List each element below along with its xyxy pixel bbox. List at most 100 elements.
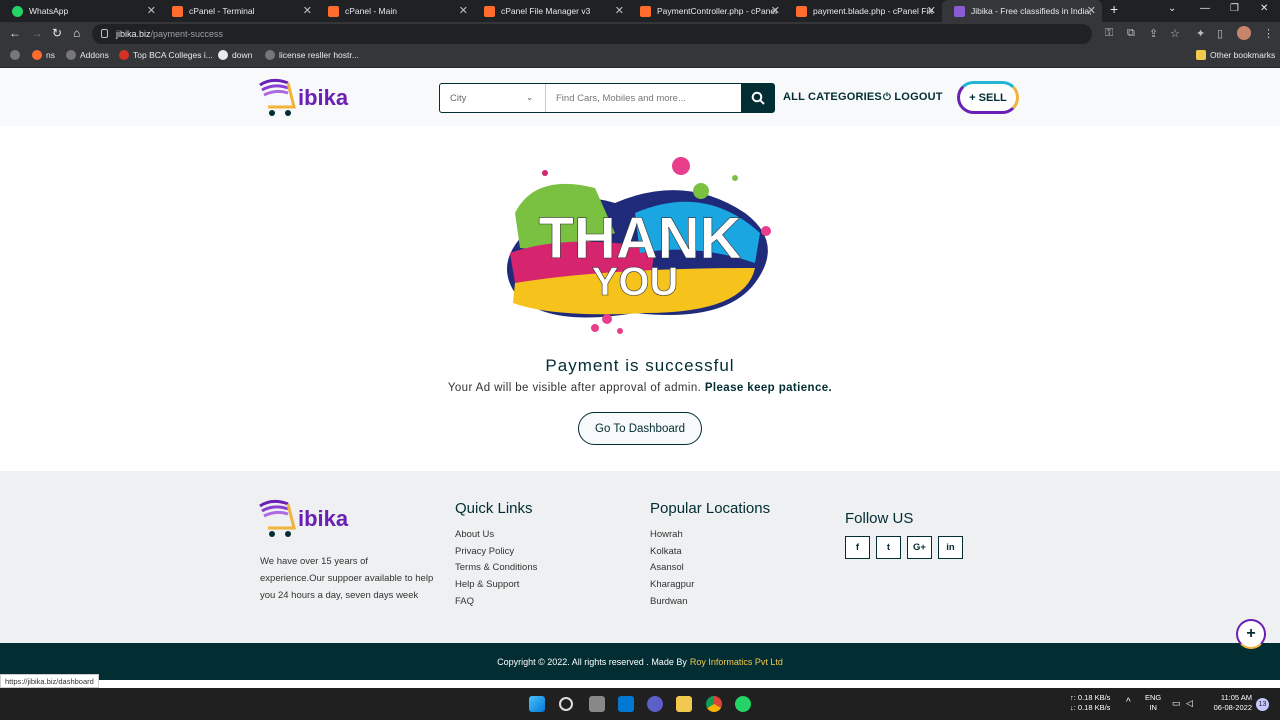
- bookmark-license[interactable]: license resller hostr...: [265, 50, 359, 60]
- footer-link-help[interactable]: Help & Support: [455, 579, 519, 590]
- teams-chat-icon[interactable]: [647, 696, 663, 712]
- location-link[interactable]: Burdwan: [650, 596, 688, 607]
- extensions-icon[interactable]: ✦: [1196, 27, 1205, 40]
- clock[interactable]: 11:05 AM 06-08-2022: [1208, 693, 1252, 713]
- search-icon: [751, 91, 765, 105]
- logout-link[interactable]: ⏻ LOGOUT: [883, 91, 943, 103]
- follow-us-title: Follow US: [845, 510, 914, 527]
- tab-cpanel-file-manager[interactable]: cPanel File Manager v3 ✕: [472, 0, 630, 22]
- address-bar[interactable]: jibika.biz/payment-success: [92, 24, 1092, 44]
- side-panel-icon[interactable]: ▯: [1217, 27, 1223, 40]
- search-bar: City ⌄ Find Cars, Mobiles and more...: [439, 83, 775, 113]
- whatsapp-icon[interactable]: [735, 696, 751, 712]
- search-input[interactable]: Find Cars, Mobiles and more...: [546, 84, 741, 112]
- tab-whatsapp[interactable]: WhatsApp ✕: [0, 0, 162, 22]
- language-indicator[interactable]: ENG IN: [1145, 693, 1161, 713]
- close-tab-icon[interactable]: ✕: [927, 4, 936, 17]
- thank-you-graphic: THANK YOU: [507, 157, 771, 334]
- location-link[interactable]: Asansol: [650, 562, 684, 573]
- bookmark-addons[interactable]: Addons: [66, 50, 109, 60]
- status-bar-url: https://jibika.biz/dashboard: [0, 674, 99, 688]
- bookmark-ns[interactable]: ns: [32, 50, 55, 60]
- folder-icon: [1196, 50, 1206, 60]
- jibika-icon: [954, 5, 965, 17]
- back-icon[interactable]: ←: [9, 26, 21, 40]
- forward-icon[interactable]: →: [31, 26, 43, 40]
- bookmark-down[interactable]: down: [218, 50, 252, 60]
- all-categories-link[interactable]: ALL CATEGORIES: [783, 91, 882, 103]
- volume-icon[interactable]: ◁: [1186, 698, 1193, 708]
- footer-link-privacy[interactable]: Privacy Policy: [455, 546, 514, 557]
- tab-cpanel-main[interactable]: cPanel - Main ✕: [316, 0, 474, 22]
- other-bookmarks[interactable]: Other bookmarks: [1196, 50, 1275, 60]
- you-text: YOU: [592, 260, 679, 304]
- tab-jibika[interactable]: Jibika - Free classifieds in India, ✕: [942, 0, 1102, 22]
- tab-search-icon[interactable]: ⌄: [1168, 3, 1176, 14]
- popular-locations-title: Popular Locations: [650, 500, 771, 517]
- restore-icon[interactable]: ❐: [1230, 3, 1239, 14]
- location-link[interactable]: Kolkata: [650, 546, 682, 557]
- translate-icon[interactable]: ⧉: [1127, 27, 1135, 40]
- apps-icon[interactable]: [10, 50, 20, 60]
- whatsapp-icon: [12, 5, 23, 17]
- close-window-icon[interactable]: ✕: [1260, 3, 1268, 14]
- approval-message: Your Ad will be visible after approval o…: [447, 382, 833, 394]
- widgets-icon[interactable]: [618, 696, 634, 712]
- new-tab-icon[interactable]: +: [1110, 1, 1118, 17]
- go-to-dashboard-button[interactable]: Go To Dashboard: [578, 412, 702, 445]
- facebook-icon[interactable]: f: [845, 536, 870, 559]
- tab-payment-blade[interactable]: payment.blade.php - cPanel File ✕: [784, 0, 942, 22]
- key-icon[interactable]: ⚿: [1105, 27, 1113, 40]
- windows-start-icon[interactable]: [529, 696, 545, 712]
- close-tab-icon[interactable]: ✕: [1087, 4, 1096, 17]
- chrome-icon[interactable]: [706, 696, 722, 712]
- company-link[interactable]: Roy Informatics Pvt Ltd: [690, 657, 783, 667]
- bookmark-bca[interactable]: Top BCA Colleges i...: [119, 50, 213, 60]
- location-link[interactable]: Kharagpur: [650, 579, 694, 590]
- footer-logo[interactable]: ibika: [258, 498, 348, 540]
- close-tab-icon[interactable]: ✕: [147, 4, 156, 17]
- cpanel-icon: [172, 5, 183, 17]
- sell-button[interactable]: + SELL: [957, 81, 1019, 114]
- globe-icon: [265, 50, 275, 60]
- search-icon[interactable]: [559, 697, 573, 711]
- wifi-icon[interactable]: ▭: [1172, 698, 1181, 708]
- bookmark-star-icon[interactable]: ☆: [1170, 27, 1180, 40]
- location-link[interactable]: Howrah: [650, 529, 683, 540]
- jibika-logo[interactable]: ibika: [258, 77, 348, 119]
- close-tab-icon[interactable]: ✕: [771, 4, 780, 17]
- windows-taskbar: ↑: 0.18 KB/s ↓: 0.18 KB/s ^ ENG IN ▭ ◁ 1…: [0, 688, 1280, 720]
- chevron-up-icon[interactable]: ^: [1126, 698, 1131, 708]
- globe-icon: [66, 50, 76, 60]
- linkedin-icon[interactable]: in: [938, 536, 963, 559]
- profile-avatar[interactable]: [1237, 26, 1251, 40]
- about-text: We have over 15 years of experience.Our …: [260, 556, 434, 601]
- site-icon: [119, 50, 129, 60]
- menu-icon[interactable]: ⋮: [1263, 27, 1274, 40]
- close-tab-icon[interactable]: ✕: [303, 4, 312, 17]
- footer-link-faq[interactable]: FAQ: [455, 596, 474, 607]
- plus-icon: +: [1246, 625, 1256, 642]
- task-view-icon[interactable]: [589, 696, 605, 712]
- tab-payment-controller[interactable]: PaymentController.php - cPanel ✕: [628, 0, 786, 22]
- search-button[interactable]: [741, 84, 774, 112]
- footer-link-about[interactable]: About Us: [455, 529, 494, 540]
- twitter-icon[interactable]: t: [876, 536, 901, 559]
- notification-badge[interactable]: 13: [1256, 698, 1269, 711]
- tab-cpanel-terminal[interactable]: cPanel - Terminal ✕: [160, 0, 318, 22]
- lock-icon: [101, 29, 108, 38]
- city-select[interactable]: City ⌄: [440, 84, 546, 112]
- footer-link-terms[interactable]: Terms & Conditions: [455, 562, 537, 573]
- cpanel-icon: [328, 5, 339, 17]
- home-icon[interactable]: ⌂: [73, 26, 80, 40]
- reload-icon[interactable]: ↻: [52, 26, 62, 40]
- minimize-icon[interactable]: —: [1200, 3, 1210, 14]
- close-tab-icon[interactable]: ✕: [615, 4, 624, 17]
- file-explorer-icon[interactable]: [676, 696, 692, 712]
- floating-add-button[interactable]: +: [1236, 619, 1266, 649]
- close-tab-icon[interactable]: ✕: [459, 4, 468, 17]
- github-icon: [218, 50, 228, 60]
- success-headline: Payment is successful: [545, 356, 735, 375]
- share-icon[interactable]: ⇪: [1149, 27, 1158, 40]
- google-plus-icon[interactable]: G+: [907, 536, 932, 559]
